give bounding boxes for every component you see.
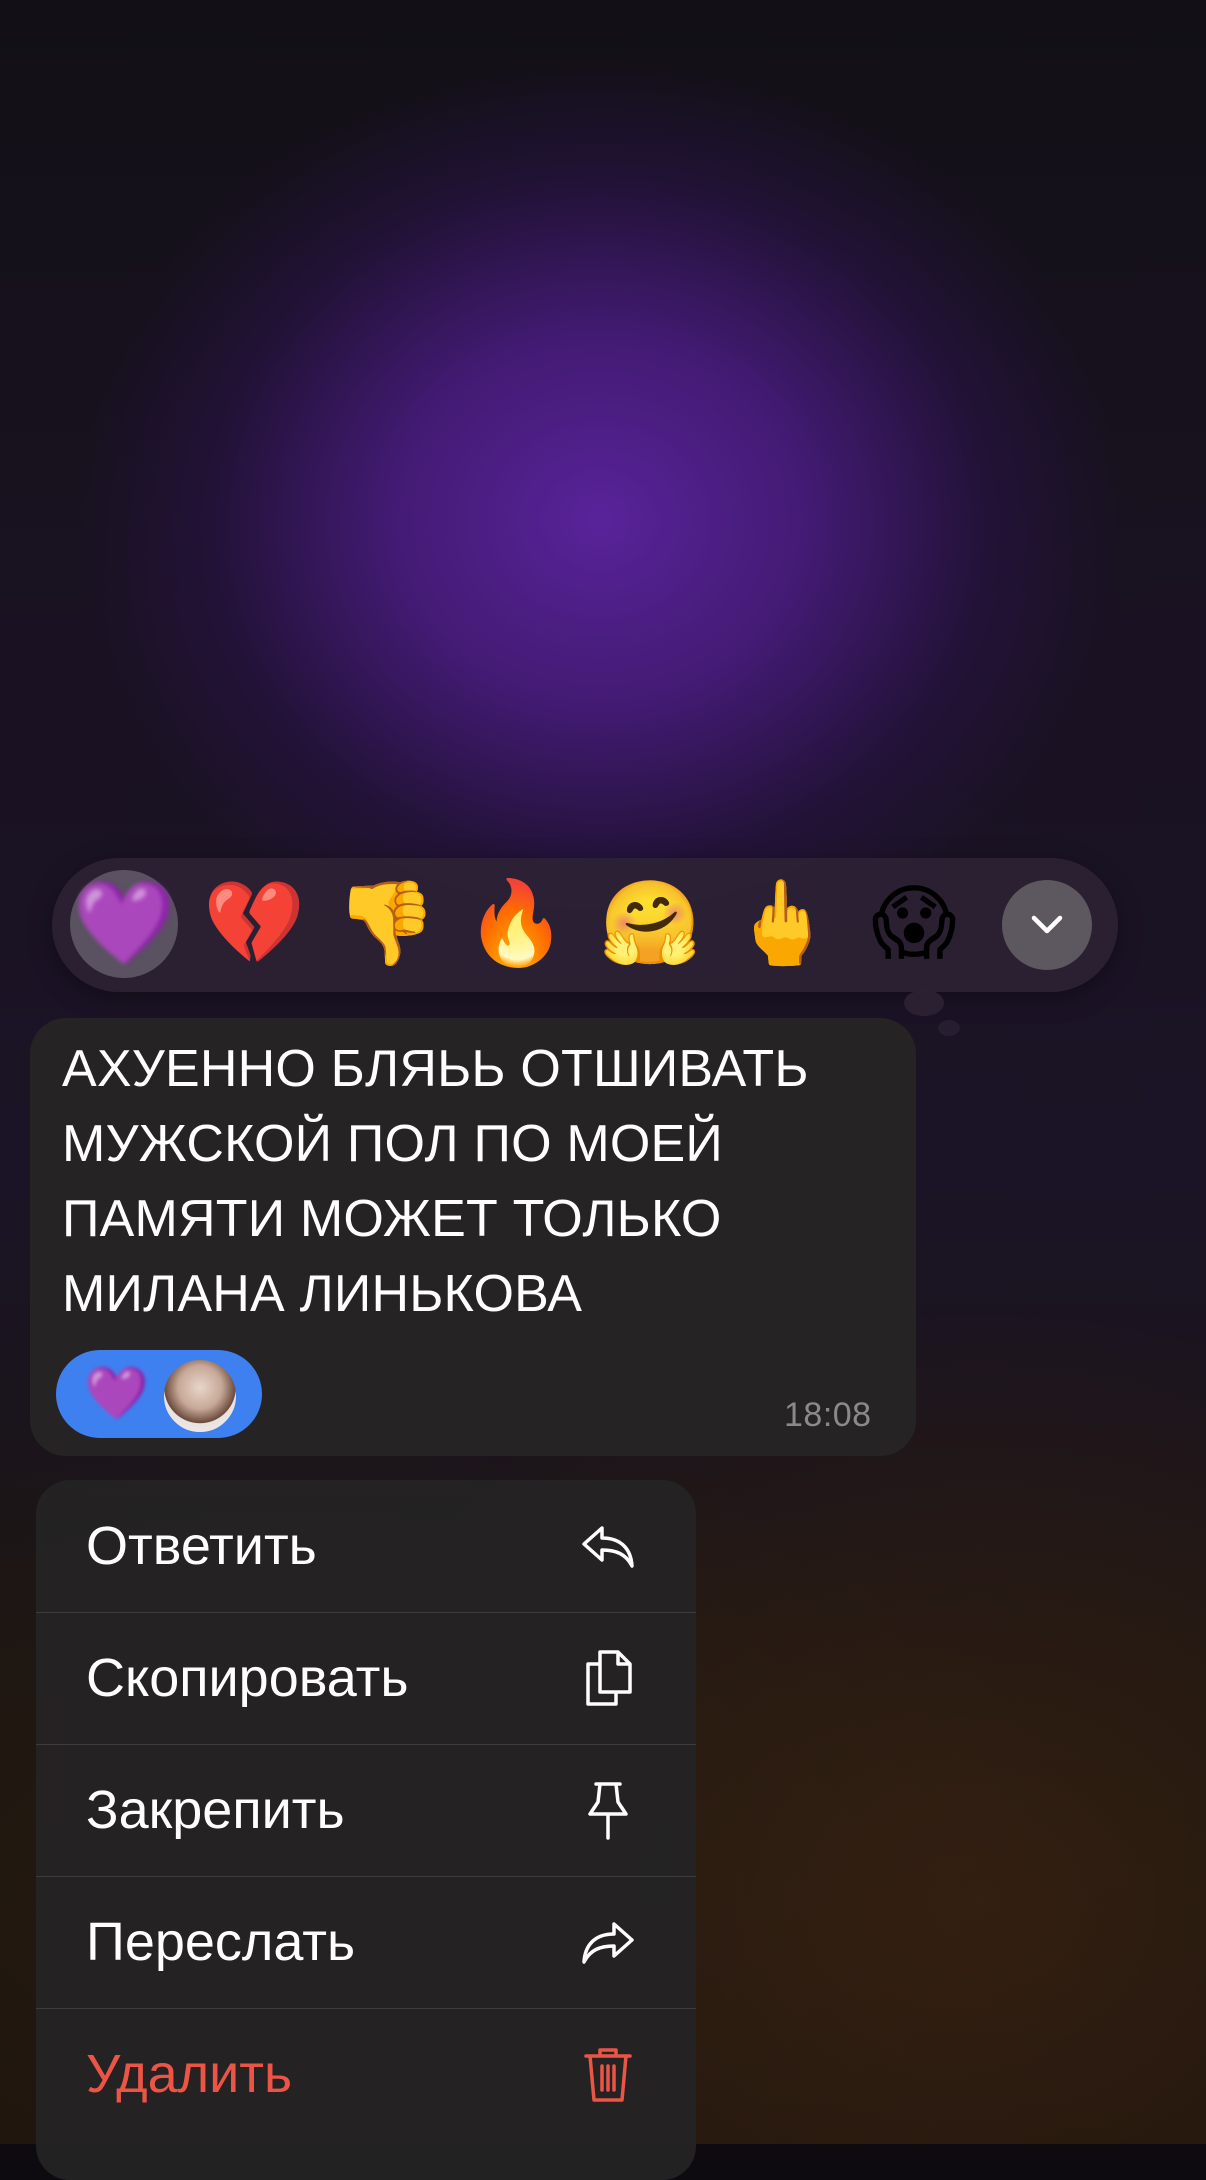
menu-item-label: Переслать [86,1912,356,1972]
context-menu: Ответить Скопировать Закрепить Переслать… [36,1480,696,2180]
menu-item-copy[interactable]: Скопировать [36,1612,696,1745]
reaction-thumbs-down[interactable]: 👎 [332,870,440,978]
reaction-fire[interactable]: 🔥 [462,870,570,978]
menu-item-reply[interactable]: Ответить [36,1480,696,1613]
expand-reactions-button[interactable] [1002,880,1092,970]
menu-item-forward[interactable]: Переслать [36,1876,696,2009]
reactor-avatar [162,1358,238,1434]
chevron-down-icon [1031,915,1063,934]
reaction-bar-tail-dot [938,1020,960,1036]
message-text: АХУЕННО БЛЯЬЬ ОТШИВАТЬ МУЖСКОЙ ПОЛ ПО МО… [62,1040,809,1323]
reaction-chip-heart: 💜 [84,1365,149,1423]
trash-icon [584,2048,632,2102]
menu-item-delete[interactable]: Удалить [36,2008,696,2140]
menu-item-pin[interactable]: Закрепить [36,1744,696,1877]
pin-icon [588,1782,628,1840]
menu-item-label: Закрепить [86,1780,345,1840]
reaction-bar-tail [904,990,944,1016]
copy-icon [586,1650,632,1706]
reaction-screaming-face[interactable]: 😱 [860,870,968,978]
forward-icon [582,1922,634,1964]
menu-item-label: Ответить [86,1516,317,1576]
reaction-broken-heart[interactable]: 💔 [200,870,308,978]
message-time: 18:08 [784,1396,872,1434]
menu-item-label: Удалить [86,2044,293,2104]
reaction-hugging-face[interactable]: 🤗 [596,870,704,978]
reaction-middle-finger[interactable]: 🖕 [728,870,836,978]
menu-item-label: Скопировать [86,1648,409,1708]
reaction-purple-heart[interactable]: 💜 [70,870,178,978]
reply-icon [582,1526,634,1568]
